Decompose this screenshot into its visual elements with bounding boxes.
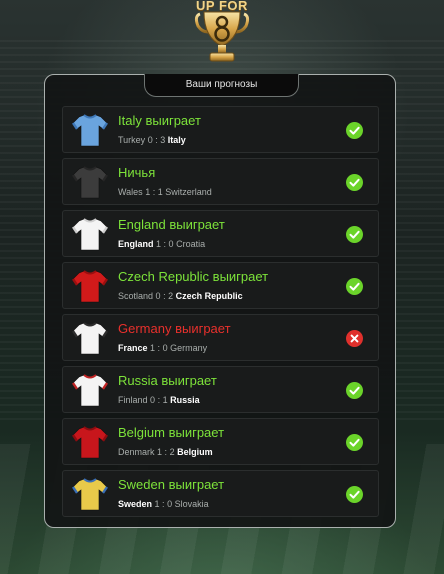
jersey-icon xyxy=(72,270,108,303)
home-team: Turkey xyxy=(118,135,146,145)
prediction-title: Ничья xyxy=(118,165,156,180)
match-score: Sweden 1 : 0 Slovakia xyxy=(118,499,209,509)
home-team: Denmark xyxy=(118,447,155,457)
away-team: Croatia xyxy=(176,239,206,249)
score-value: 0 : 3 xyxy=(147,135,166,145)
away-team: Czech Republic xyxy=(175,291,243,301)
predictions-list: Italy выиграет Turkey 0 : 3 Italy Ничья … xyxy=(62,106,379,522)
home-team: Scotland xyxy=(118,291,154,301)
prediction-card[interactable]: Ничья Wales 1 : 1 Switzerland xyxy=(62,158,379,205)
logo-text: UP FOR xyxy=(196,0,248,13)
prediction-card[interactable]: Belgium выиграет Denmark 1 : 2 Belgium xyxy=(62,418,379,465)
prediction-card[interactable]: Sweden выиграет Sweden 1 : 0 Slovakia xyxy=(62,470,379,517)
match-score: Turkey 0 : 3 Italy xyxy=(118,135,186,145)
home-team: France xyxy=(118,343,148,353)
prediction-title: Italy выиграет xyxy=(118,113,201,128)
score-value: 0 : 2 xyxy=(155,291,174,301)
check-icon xyxy=(346,434,363,451)
away-team: Germany xyxy=(170,343,208,353)
check-icon xyxy=(346,174,363,191)
prediction-card[interactable]: England выиграет England 1 : 0 Croatia xyxy=(62,210,379,257)
score-value: 1 : 1 xyxy=(145,187,163,197)
check-icon xyxy=(346,382,363,399)
away-team: Slovakia xyxy=(174,499,209,509)
prediction-title: Belgium выиграет xyxy=(118,425,225,440)
jersey-icon xyxy=(72,322,108,355)
panel-title: Ваши прогнозы xyxy=(144,74,299,97)
jersey-icon xyxy=(72,166,108,199)
score-value: 1 : 0 xyxy=(154,499,173,509)
check-icon xyxy=(346,226,363,243)
score-value: 1 : 2 xyxy=(157,447,175,457)
home-team: Wales xyxy=(118,187,143,197)
prediction-title: Russia выиграет xyxy=(118,373,217,388)
prediction-title: Sweden выиграет xyxy=(118,477,225,492)
jersey-icon xyxy=(72,374,108,407)
away-team: Russia xyxy=(170,395,200,405)
prediction-card[interactable]: Italy выиграет Turkey 0 : 3 Italy xyxy=(62,106,379,153)
prediction-title: England выиграет xyxy=(118,217,225,232)
check-icon xyxy=(346,278,363,295)
away-team: Switzerland xyxy=(165,187,212,197)
jersey-icon xyxy=(72,114,108,147)
score-value: 1 : 0 xyxy=(156,239,174,249)
match-score: Finland 0 : 1 Russia xyxy=(118,395,200,405)
cross-icon xyxy=(346,330,363,347)
prediction-title: Czech Republic выиграет xyxy=(118,269,269,284)
prediction-card[interactable]: Germany выиграет France 1 : 0 Germany xyxy=(62,314,379,361)
predictions-panel: Ваши прогнозы Italy выиграет Turkey 0 : … xyxy=(44,74,396,528)
away-team: Belgium xyxy=(177,447,213,457)
check-icon xyxy=(346,486,363,503)
match-score: Wales 1 : 1 Switzerland xyxy=(118,187,212,197)
away-team: Italy xyxy=(167,135,186,145)
prediction-title: Germany выиграет xyxy=(118,321,231,336)
match-score: Scotland 0 : 2 Czech Republic xyxy=(118,291,243,301)
home-team: Sweden xyxy=(118,499,153,509)
home-team: England xyxy=(118,239,154,249)
jersey-icon xyxy=(72,478,108,511)
jersey-icon xyxy=(72,426,108,459)
score-value: 0 : 1 xyxy=(150,395,168,405)
check-icon xyxy=(346,122,363,139)
match-score: France 1 : 0 Germany xyxy=(118,343,207,353)
score-value: 1 : 0 xyxy=(150,343,168,353)
match-score: England 1 : 0 Croatia xyxy=(118,239,205,249)
match-score: Denmark 1 : 2 Belgium xyxy=(118,447,213,457)
up-for-8-logo: UP FOR xyxy=(190,0,254,66)
prediction-card[interactable]: Russia выиграет Finland 0 : 1 Russia xyxy=(62,366,379,413)
home-team: Finland xyxy=(118,395,148,405)
jersey-icon xyxy=(72,218,108,251)
prediction-card[interactable]: Czech Republic выиграет Scotland 0 : 2 C… xyxy=(62,262,379,309)
